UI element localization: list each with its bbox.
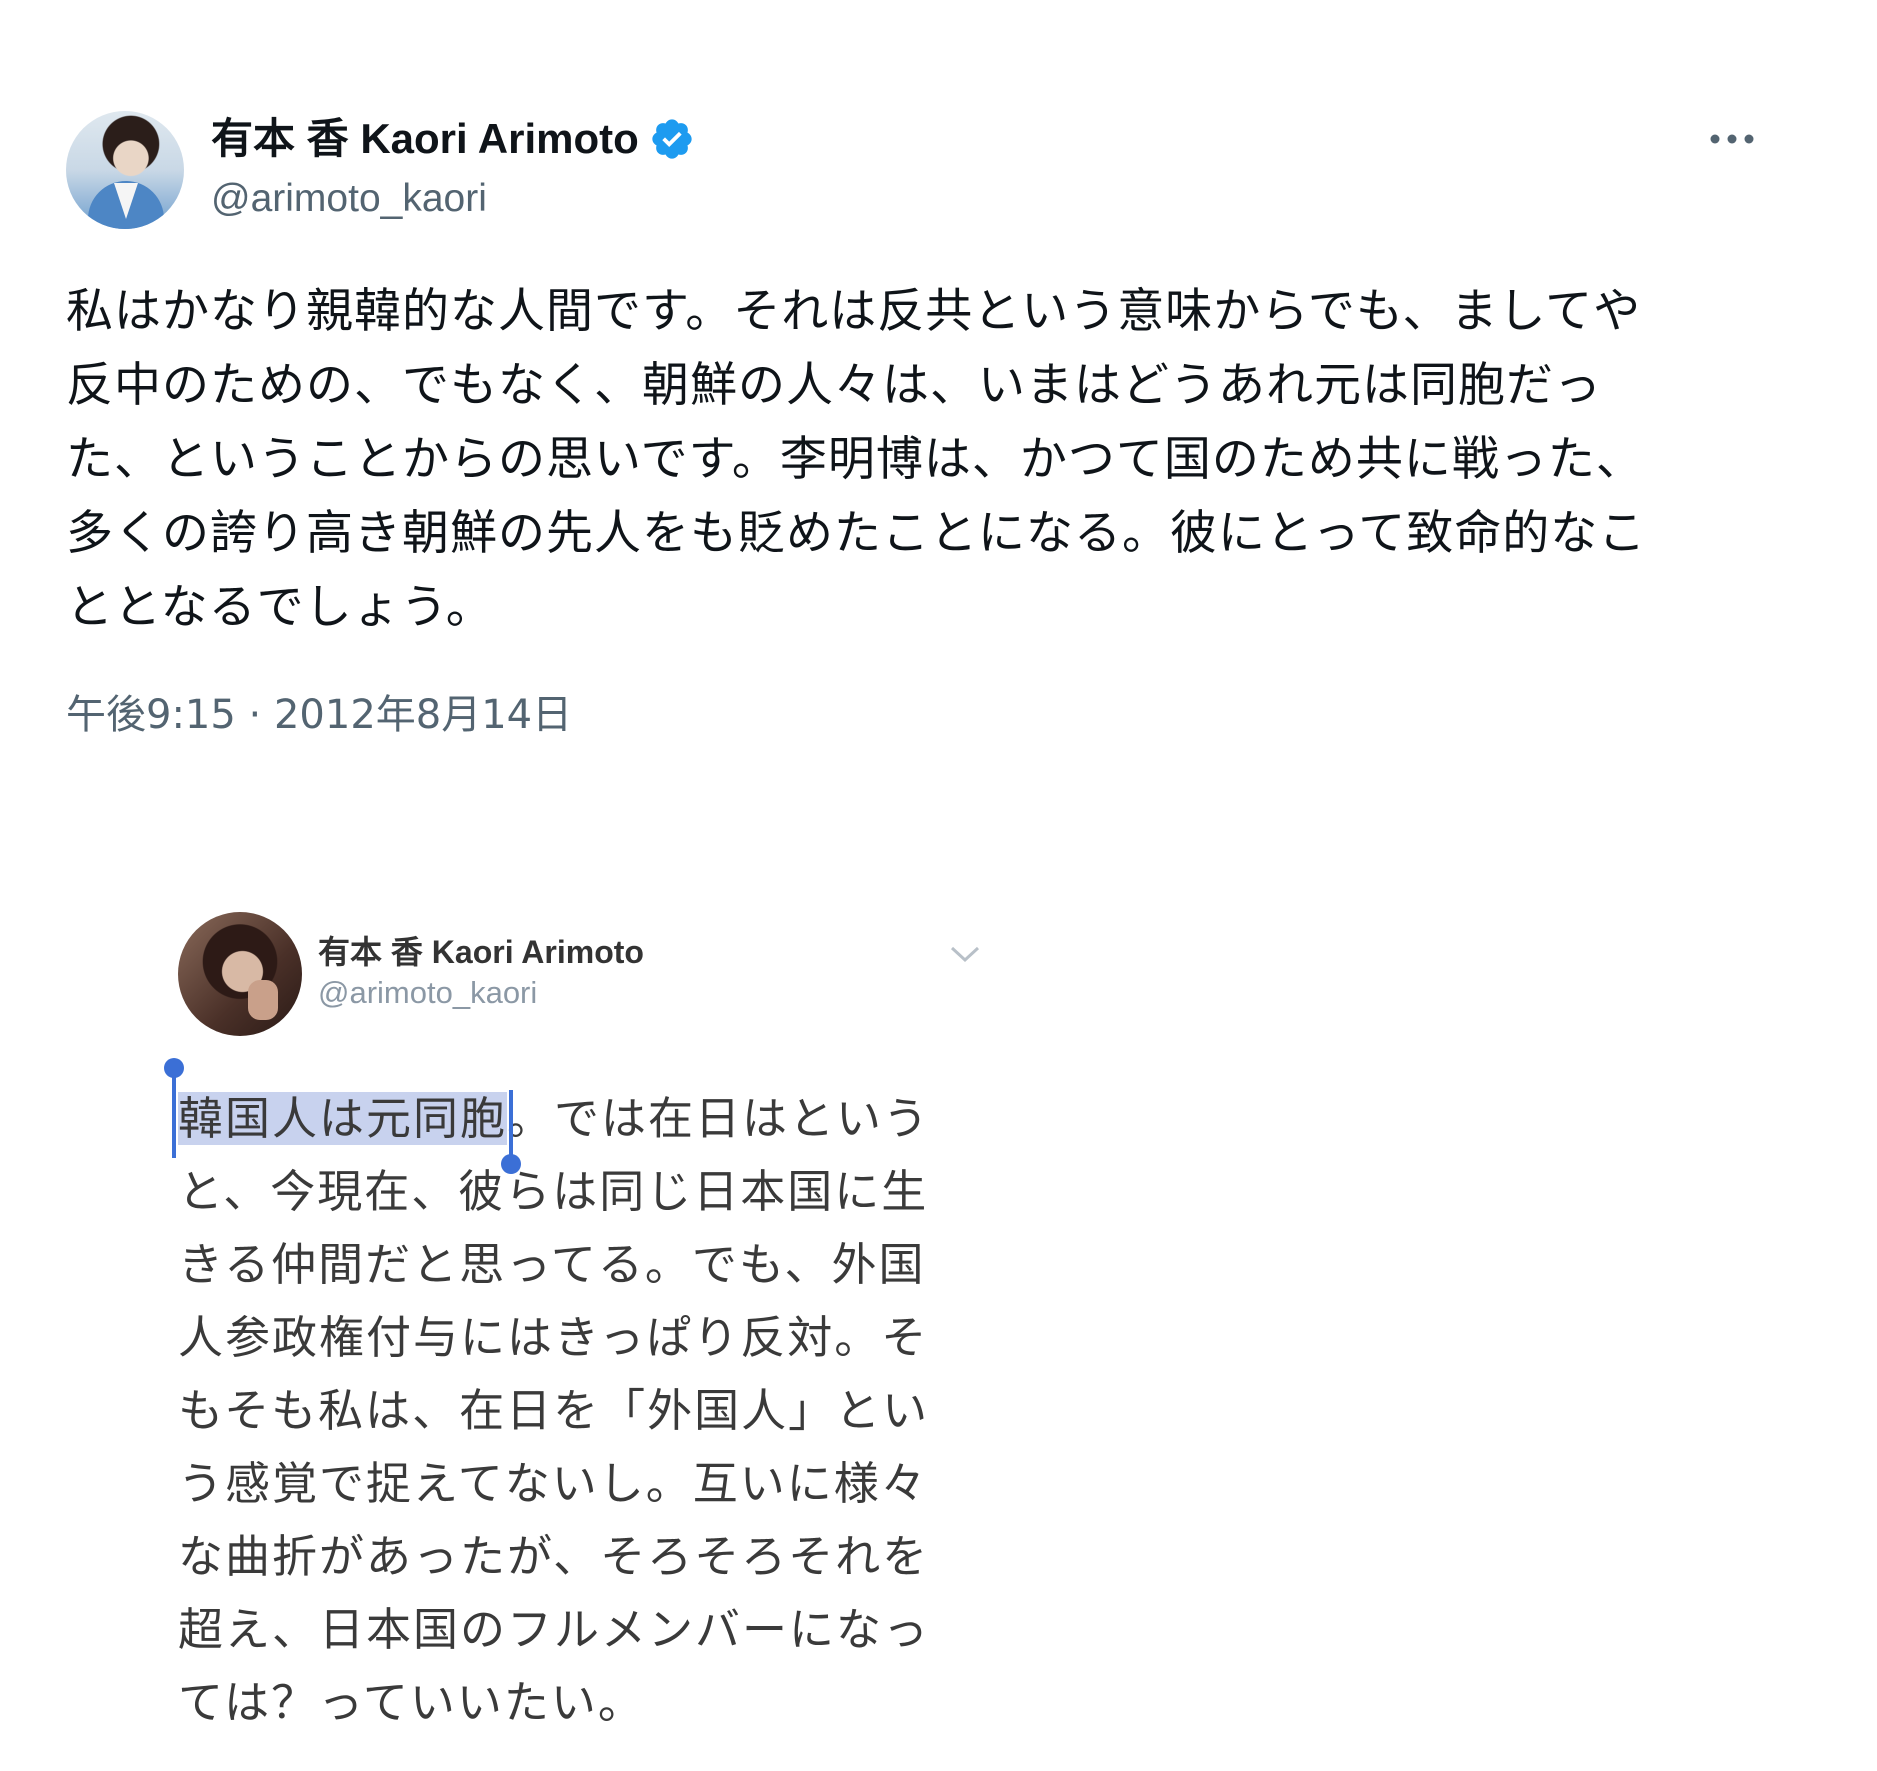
main-tweet: 有本 香 Kaori Arimoto @arimoto_kaori 私はかなり親… <box>66 105 1786 738</box>
chevron-down-icon <box>950 946 980 963</box>
avatar[interactable] <box>66 111 184 229</box>
avatar-hand <box>248 980 278 1020</box>
author-name[interactable]: 有本 香 Kaori Arimoto <box>211 113 639 165</box>
embedded-text-line: 超え、日本国のフルメンバーになっ <box>178 1603 931 1656</box>
embedded-text-line: ては？っていいたい。 <box>178 1676 645 1729</box>
embedded-author-name: 有本 香 Kaori Arimoto <box>318 934 644 970</box>
tweet-text-line: ととなるでしょう。 <box>66 580 494 635</box>
tweet-text-line: 反中のための、でもなく、朝鮮の人々は、いまはどうあれ元は同胞だっ <box>66 358 1602 413</box>
more-button[interactable] <box>1702 119 1762 159</box>
embedded-text-line: 韓国人は元同胞 。では在日はという <box>164 1058 968 1174</box>
embedded-avatar <box>178 912 302 1036</box>
tweet-text: 私はかなり親韓的な人間です。それは反共という意味からでも、ましてや 反中のための… <box>66 275 1766 645</box>
more-horizontal-icon <box>1710 134 1754 144</box>
embedded-text-line: きる仲間だと思ってる。でも、外国 <box>178 1238 926 1291</box>
tweet-text-line: 私はかなり親韓的な人間です。それは反共という意味からでも、ましてや <box>66 284 1642 339</box>
embedded-author-handle: @arimoto_kaori <box>318 975 538 1010</box>
tweet-header: 有本 香 Kaori Arimoto @arimoto_kaori <box>66 105 1786 230</box>
embedded-text-rest: 。では在日はという <box>507 1092 931 1145</box>
embedded-text-line: 人参政権付与にはきっぱり反対。そ <box>178 1311 929 1364</box>
embedded-text-line: な曲折があったが、そろそろそれを <box>178 1530 930 1583</box>
verified-badge-icon <box>652 119 692 159</box>
embedded-text-line: と、今現在、彼らは同じ日本国に生 <box>178 1165 929 1218</box>
embedded-text-line: う感覚で捉えてないし。互いに様々 <box>178 1457 928 1510</box>
tweet-text-line: 多くの誇り高き朝鮮の先人をも貶めたことになる。彼にとって致命的なこ <box>66 506 1647 561</box>
embedded-text-line: もそも私は、在日を「外国人」とい <box>178 1384 930 1437</box>
tweet-timestamp[interactable]: 午後9:15 · 2012年8月14日 <box>66 690 572 740</box>
embedded-tweet-text: 韓国人は元同胞 。では在日はという と、今現在、彼らは同じ日本国に生 きる仲間だと… <box>164 1058 968 1739</box>
selected-text[interactable]: 韓国人は元同胞 <box>164 1058 522 1174</box>
selection-start-handle[interactable] <box>164 1058 184 1158</box>
selection-end-handle[interactable] <box>501 1090 522 1174</box>
selected-text-value: 韓国人は元同胞 <box>178 1092 508 1145</box>
tweet-text-line: た、ということからの思いです。李明博は、かつて国のため共に戦った、 <box>66 432 1644 487</box>
author-name-row[interactable]: 有本 香 Kaori Arimoto <box>211 113 695 165</box>
author-handle[interactable]: @arimoto_kaori <box>211 175 487 223</box>
